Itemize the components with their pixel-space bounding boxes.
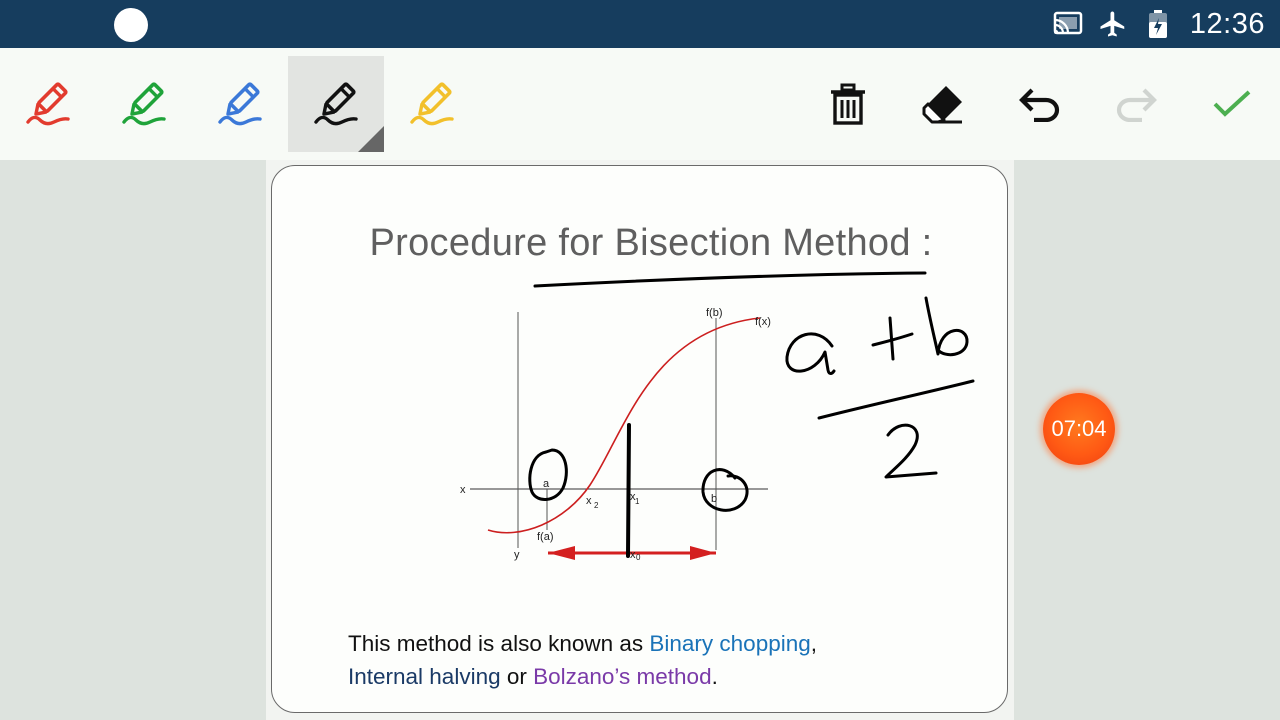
- redo-icon: [1116, 88, 1157, 122]
- green-pen-button[interactable]: [96, 56, 192, 152]
- annotation-toolbar: [0, 48, 1280, 160]
- done-button[interactable]: [1184, 56, 1280, 152]
- binary-chopping-link[interactable]: Binary chopping: [649, 631, 810, 656]
- cast-icon: [1053, 9, 1083, 39]
- redo-button[interactable]: [1088, 56, 1184, 152]
- pencil-icon: [314, 82, 358, 126]
- black-pen-button[interactable]: [288, 56, 384, 152]
- check-icon: [1213, 90, 1251, 117]
- status-bar: 12:36: [0, 0, 1280, 48]
- caption-text: or: [500, 664, 534, 689]
- eraser-icon: [922, 86, 962, 124]
- pencil-icon: [218, 82, 262, 126]
- trash-icon: [831, 83, 865, 125]
- caption-text: This method is also known as: [348, 631, 650, 656]
- undo-icon: [1019, 88, 1060, 122]
- internal-halving-link[interactable]: Internal halving: [348, 664, 501, 689]
- clock-time: 12:36: [1189, 7, 1265, 40]
- eraser-button[interactable]: [896, 56, 992, 152]
- status-icons: 12:36: [1053, 0, 1280, 48]
- caption-text: ,: [810, 631, 818, 656]
- pen-options-corner[interactable]: [358, 126, 384, 152]
- recording-timer[interactable]: 07:04: [1043, 393, 1115, 465]
- undo-button[interactable]: [992, 56, 1088, 152]
- slide-title: Procedure for Bisection Method :: [369, 222, 933, 264]
- notification-dot: [114, 8, 148, 42]
- bolzano-method-link[interactable]: Bolzano’s method: [533, 664, 711, 689]
- pencil-icon: [122, 82, 166, 126]
- delete-button[interactable]: [800, 56, 896, 152]
- slide-caption: This method is also known as Binary chop…: [348, 627, 968, 693]
- pencil-icon: [26, 82, 70, 126]
- highlighter-icon: [410, 82, 454, 126]
- caption-text: .: [711, 664, 718, 689]
- airplane-mode-icon: [1098, 9, 1128, 39]
- red-pen-button[interactable]: [0, 56, 96, 152]
- timer-text: 07:04: [1051, 416, 1107, 441]
- battery-icon: [1143, 9, 1173, 39]
- blue-pen-button[interactable]: [192, 56, 288, 152]
- yellow-highlighter-button[interactable]: [384, 56, 480, 152]
